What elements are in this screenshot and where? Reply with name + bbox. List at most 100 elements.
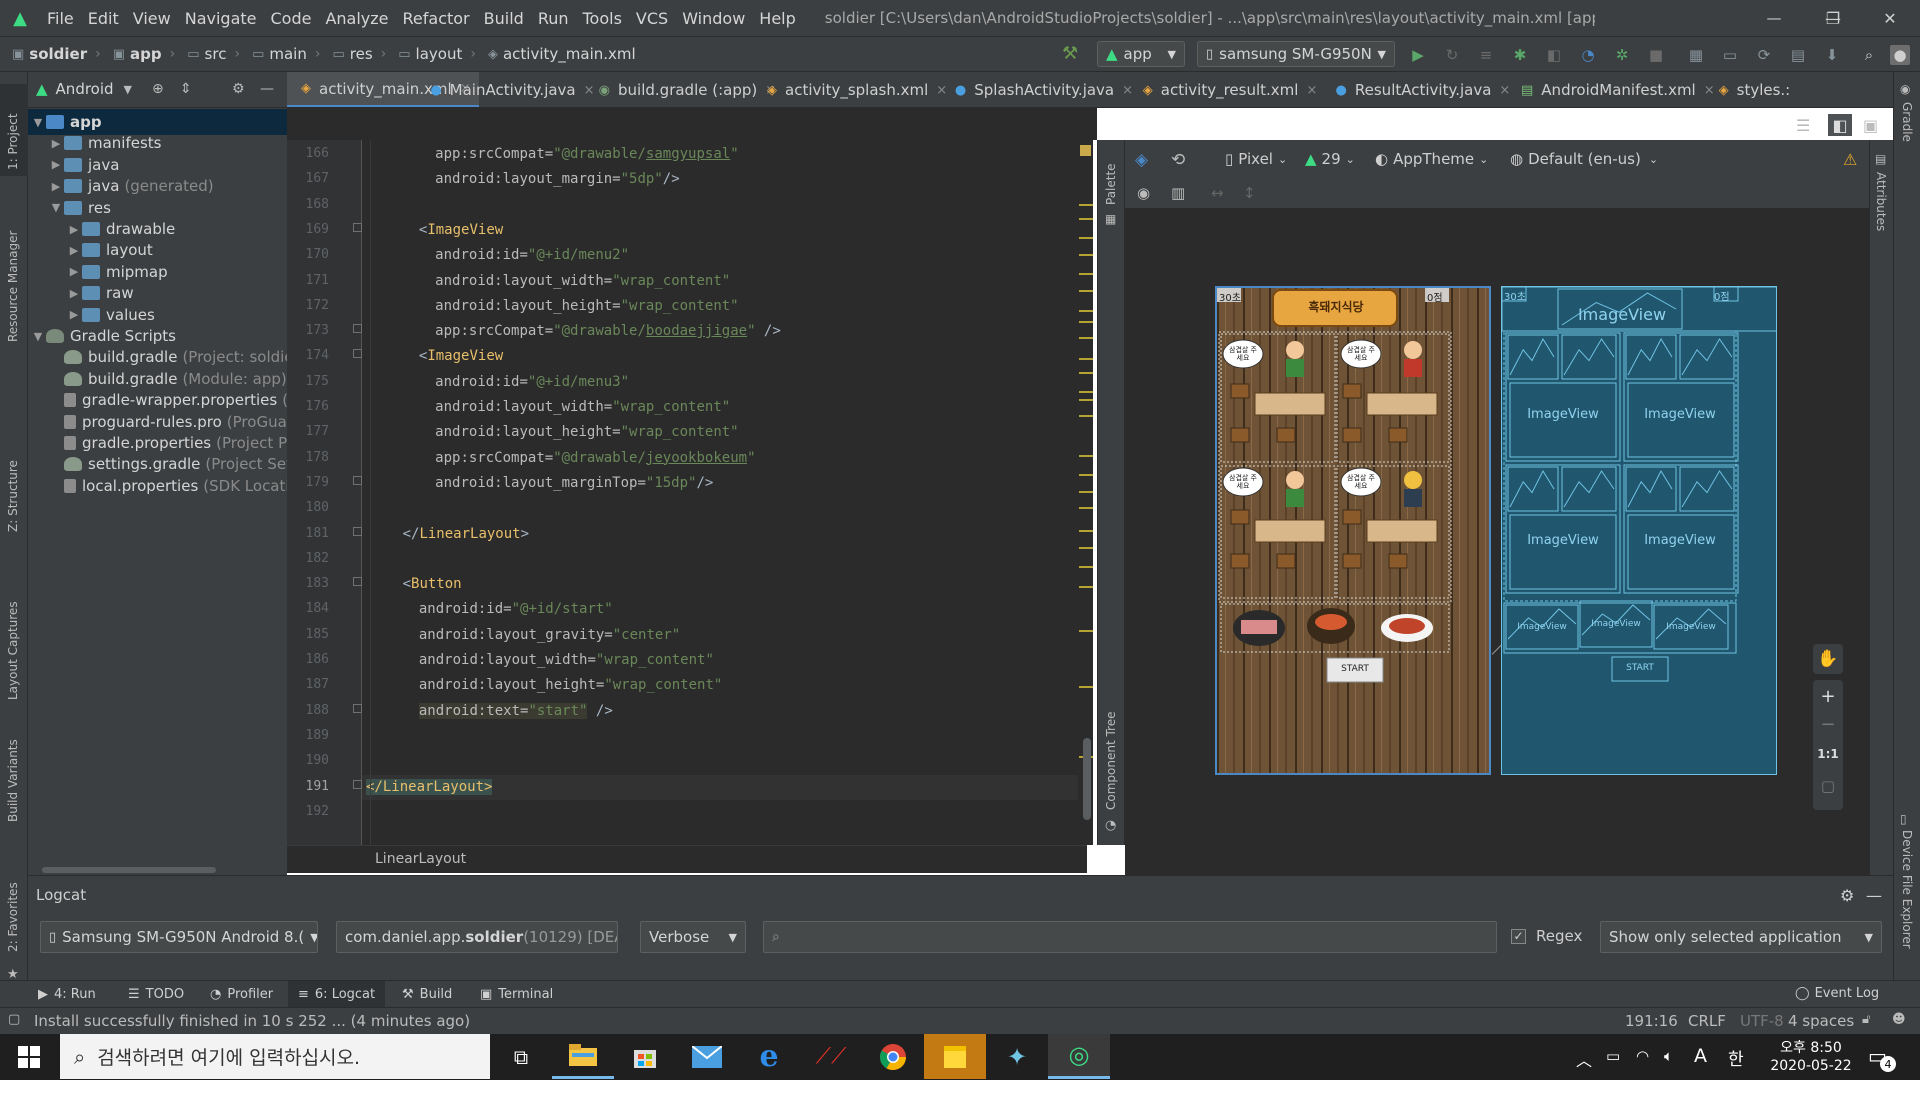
fold-marker-icon[interactable] — [353, 526, 362, 536]
status-layout-icon[interactable]: ▢ — [8, 1012, 20, 1027]
locale-select[interactable]: ◍ Default (en-us) ⌄ — [1510, 150, 1658, 168]
apply-code-changes-icon[interactable]: ≡ — [1475, 45, 1497, 65]
warning-marker[interactable] — [1079, 473, 1093, 476]
maximize-window-button[interactable]: ❐ — [1805, 0, 1861, 36]
inspector-icon[interactable]: ☻ — [1892, 1012, 1906, 1027]
menu-help[interactable]: Help — [752, 9, 802, 28]
zoom-in-icon[interactable]: + — [1813, 684, 1843, 708]
clock-time[interactable]: 오후 8:50 — [1766, 1037, 1856, 1057]
warning-marker[interactable] — [1079, 218, 1093, 220]
fold-marker-icon[interactable] — [353, 222, 362, 232]
editor-scrollbar-thumb[interactable] — [1083, 738, 1091, 820]
project-view-select[interactable]: ▲ Android ▼ — [36, 80, 132, 98]
file-encoding[interactable]: UTF-8 — [1740, 1012, 1784, 1030]
user-icon[interactable]: ● — [1890, 45, 1910, 65]
project-structure-icon[interactable]: ▦ — [1685, 45, 1707, 65]
start-button[interactable]: START — [1327, 664, 1383, 674]
eye-icon[interactable]: ◉ — [1137, 184, 1150, 202]
tool-project[interactable]: 1: Project — [6, 113, 20, 170]
warning-marker[interactable] — [1079, 414, 1093, 417]
warning-marker[interactable] — [1079, 491, 1093, 493]
warning-marker[interactable] — [1079, 586, 1093, 589]
menu-tools[interactable]: Tools — [576, 9, 629, 28]
warning-marker[interactable] — [1079, 506, 1093, 509]
warning-marker[interactable] — [1079, 203, 1093, 206]
logcat-search-input[interactable]: ⌕ — [763, 921, 1497, 953]
tab-activity-splash-xml[interactable]: ◈ activity_splash.xml × — [753, 72, 955, 107]
split-view-icon[interactable]: ◧ — [1828, 114, 1852, 136]
sticky-notes-icon[interactable] — [924, 1034, 986, 1079]
gear-icon[interactable]: ⚙ — [1840, 886, 1854, 905]
mail-icon[interactable] — [676, 1034, 738, 1079]
menu-edit[interactable]: Edit — [81, 9, 126, 28]
warning-marker[interactable] — [1079, 310, 1093, 313]
menu-run[interactable]: Run — [531, 9, 576, 28]
design-canvas[interactable]: 30초 0점 흑돼지식당 삼겹살 주세요 삼겹살 주세요 삼겹살 주세요 삼겹살… — [1125, 208, 1869, 875]
attributes-tab[interactable]: Attributes — [1874, 172, 1888, 231]
warning-marker[interactable] — [1079, 372, 1093, 375]
menu-analyze[interactable]: Analyze — [318, 9, 395, 28]
tab-activity-result-xml[interactable]: ◈ activity_result.xml × — [1129, 72, 1326, 107]
logcat-device-select[interactable]: ▯ Samsung SM-G950N Android 8.( ▼ — [40, 921, 318, 953]
edge-browser-icon[interactable]: e — [738, 1034, 800, 1079]
visual-studio-icon[interactable]: ✦ — [986, 1034, 1048, 1079]
minimize-window-button[interactable]: — — [1746, 0, 1802, 36]
blueprint-preview[interactable]: 30초 0점 ImageView ImageView ImageView Ima… — [1501, 286, 1777, 775]
wifi-icon[interactable]: ◠ — [1636, 1047, 1649, 1065]
tab-mainactivity-java[interactable]: ● MainActivity.java × — [416, 72, 602, 107]
windows-start-icon[interactable] — [18, 1046, 40, 1068]
device-select[interactable]: ▯ samsung SM-G950N ▼ — [1197, 41, 1395, 67]
ime-mode-indicator[interactable]: A — [1694, 1045, 1707, 1067]
project-scrollbar-thumb[interactable] — [42, 867, 216, 873]
locate-icon[interactable]: ⊕ — [152, 81, 164, 97]
debug-icon[interactable]: ✱ — [1509, 45, 1531, 65]
tool-build-variants[interactable]: Build Variants — [6, 739, 20, 822]
bottom-tab-run[interactable]: ▶ 4: Run — [28, 981, 106, 1008]
menu-navigate[interactable]: Navigate — [178, 9, 264, 28]
warning-marker[interactable] — [1079, 336, 1093, 339]
store-icon[interactable] — [614, 1034, 676, 1079]
fold-marker-icon[interactable] — [353, 475, 362, 485]
show-hidden-icons-icon[interactable]: ︿ — [1576, 1047, 1592, 1071]
tab-splashactivity-java[interactable]: ● SplashActivity.java × — [941, 72, 1141, 107]
warning-marker[interactable] — [1079, 236, 1093, 239]
constraint-icon[interactable]: ▥ — [1171, 184, 1185, 202]
device-preview-select[interactable]: ▯ Pixel ⌄ — [1225, 150, 1287, 168]
lock-icon[interactable]: 🔓︎ — [1862, 1012, 1870, 1027]
breadcrumb-item[interactable]: ▭ res › — [332, 45, 386, 63]
chrome-icon[interactable] — [862, 1034, 924, 1079]
tree-item[interactable]: local.properties(SDK Location) — [48, 473, 287, 499]
file-explorer-icon[interactable] — [552, 1034, 614, 1079]
warning-icon[interactable]: ⚠ — [1843, 150, 1857, 169]
profile-icon[interactable]: ◔ — [1577, 45, 1599, 65]
fold-marker-icon[interactable] — [353, 779, 362, 789]
warning-marker[interactable] — [1079, 253, 1093, 256]
device-manager-icon[interactable]: ▤ — [1787, 45, 1809, 65]
fold-marker-icon[interactable] — [353, 324, 362, 334]
avd-manager-icon[interactable]: ▭ — [1719, 45, 1741, 65]
tool-resource-manager[interactable]: Resource Manager — [6, 231, 20, 342]
zoom-actual-size-button[interactable]: 1:1 — [1813, 742, 1843, 766]
tool-structure[interactable]: Z: Structure — [6, 460, 20, 532]
search-icon[interactable]: ⌕ — [1858, 45, 1880, 65]
coverage-icon[interactable]: ◧ — [1543, 45, 1565, 65]
tab-resultactivity-java[interactable]: ● ResultActivity.java × — [1322, 72, 1519, 107]
tab-styles-[interactable]: ◈ styles.: — [1705, 72, 1799, 107]
attach-debugger-icon[interactable]: ✲ — [1611, 45, 1633, 65]
bottom-tab-build[interactable]: ⚒ Build — [392, 981, 462, 1008]
tool-favorites[interactable]: 2: Favorites — [6, 882, 20, 952]
indent-setting[interactable]: 4 spaces — [1788, 1012, 1854, 1030]
warning-marker[interactable] — [1079, 272, 1093, 275]
clock-date[interactable]: 2020-05-22 — [1766, 1058, 1856, 1074]
run-config-select[interactable]: ▲ app ▼ — [1097, 41, 1185, 67]
sync-gradle-icon[interactable]: ⟳ — [1753, 45, 1775, 65]
warning-marker[interactable] — [1079, 358, 1093, 361]
caret-position[interactable]: 191:16 — [1625, 1012, 1678, 1030]
warning-marker[interactable] — [1079, 289, 1093, 292]
menu-code[interactable]: Code — [264, 9, 319, 28]
warning-marker[interactable] — [1079, 455, 1093, 458]
breadcrumb-item[interactable]: ◈ activity_main.xml — [488, 45, 636, 63]
close-icon[interactable]: × — [1306, 83, 1317, 98]
breadcrumb-item[interactable]: ▭ src › — [187, 45, 240, 63]
menu-view[interactable]: View — [126, 9, 178, 28]
